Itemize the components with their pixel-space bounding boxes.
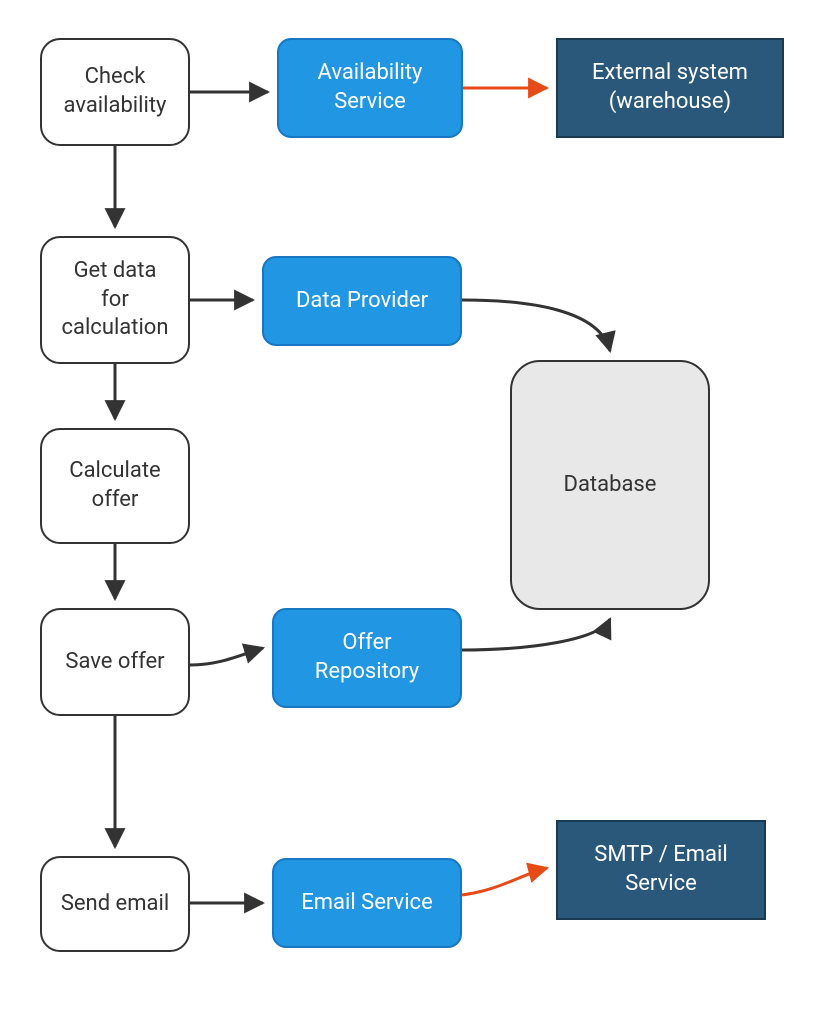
node-label-get_data: Get data for calculation — [61, 257, 168, 343]
node-offer_repository: Offer Repository — [272, 608, 462, 708]
diagram-container: Check availability Availability Service Ex… — [0, 0, 840, 1029]
node-label-email_service: Email Service — [301, 889, 432, 918]
node-label-save_offer: Save offer — [65, 648, 164, 677]
node-data_provider: Data Provider — [262, 256, 462, 346]
node-email_service: Email Service — [272, 858, 462, 948]
edge-email_service-to-smtp_service — [462, 868, 547, 895]
edge-data_provider-to-database — [462, 300, 610, 351]
edge-offer_repository-to-database — [462, 619, 610, 650]
node-availability_service: Availability Service — [277, 38, 463, 138]
node-label-calculate_offer: Calculate offer — [69, 457, 160, 514]
node-calculate_offer: Calculate offer — [40, 428, 190, 544]
edge-save_offer-to-offer_repository — [190, 648, 263, 665]
node-database: Database — [510, 360, 710, 610]
node-send_email: Send email — [40, 856, 190, 952]
node-label-data_provider: Data Provider — [296, 287, 428, 316]
node-label-smtp_service: SMTP / Email Service — [594, 841, 727, 898]
node-label-availability_service: Availability Service — [318, 59, 423, 116]
node-smtp_service: SMTP / Email Service — [556, 820, 766, 920]
node-check_availability: Check availability — [40, 38, 190, 146]
node-external_system: External system (warehouse) — [556, 38, 784, 138]
node-label-check_availability: Check availability — [64, 63, 167, 120]
node-get_data: Get data for calculation — [40, 236, 190, 364]
node-label-database: Database — [564, 471, 657, 500]
node-label-send_email: Send email — [61, 890, 169, 919]
node-label-external_system: External system (warehouse) — [592, 59, 748, 116]
node-save_offer: Save offer — [40, 608, 190, 716]
node-label-offer_repository: Offer Repository — [315, 629, 419, 686]
